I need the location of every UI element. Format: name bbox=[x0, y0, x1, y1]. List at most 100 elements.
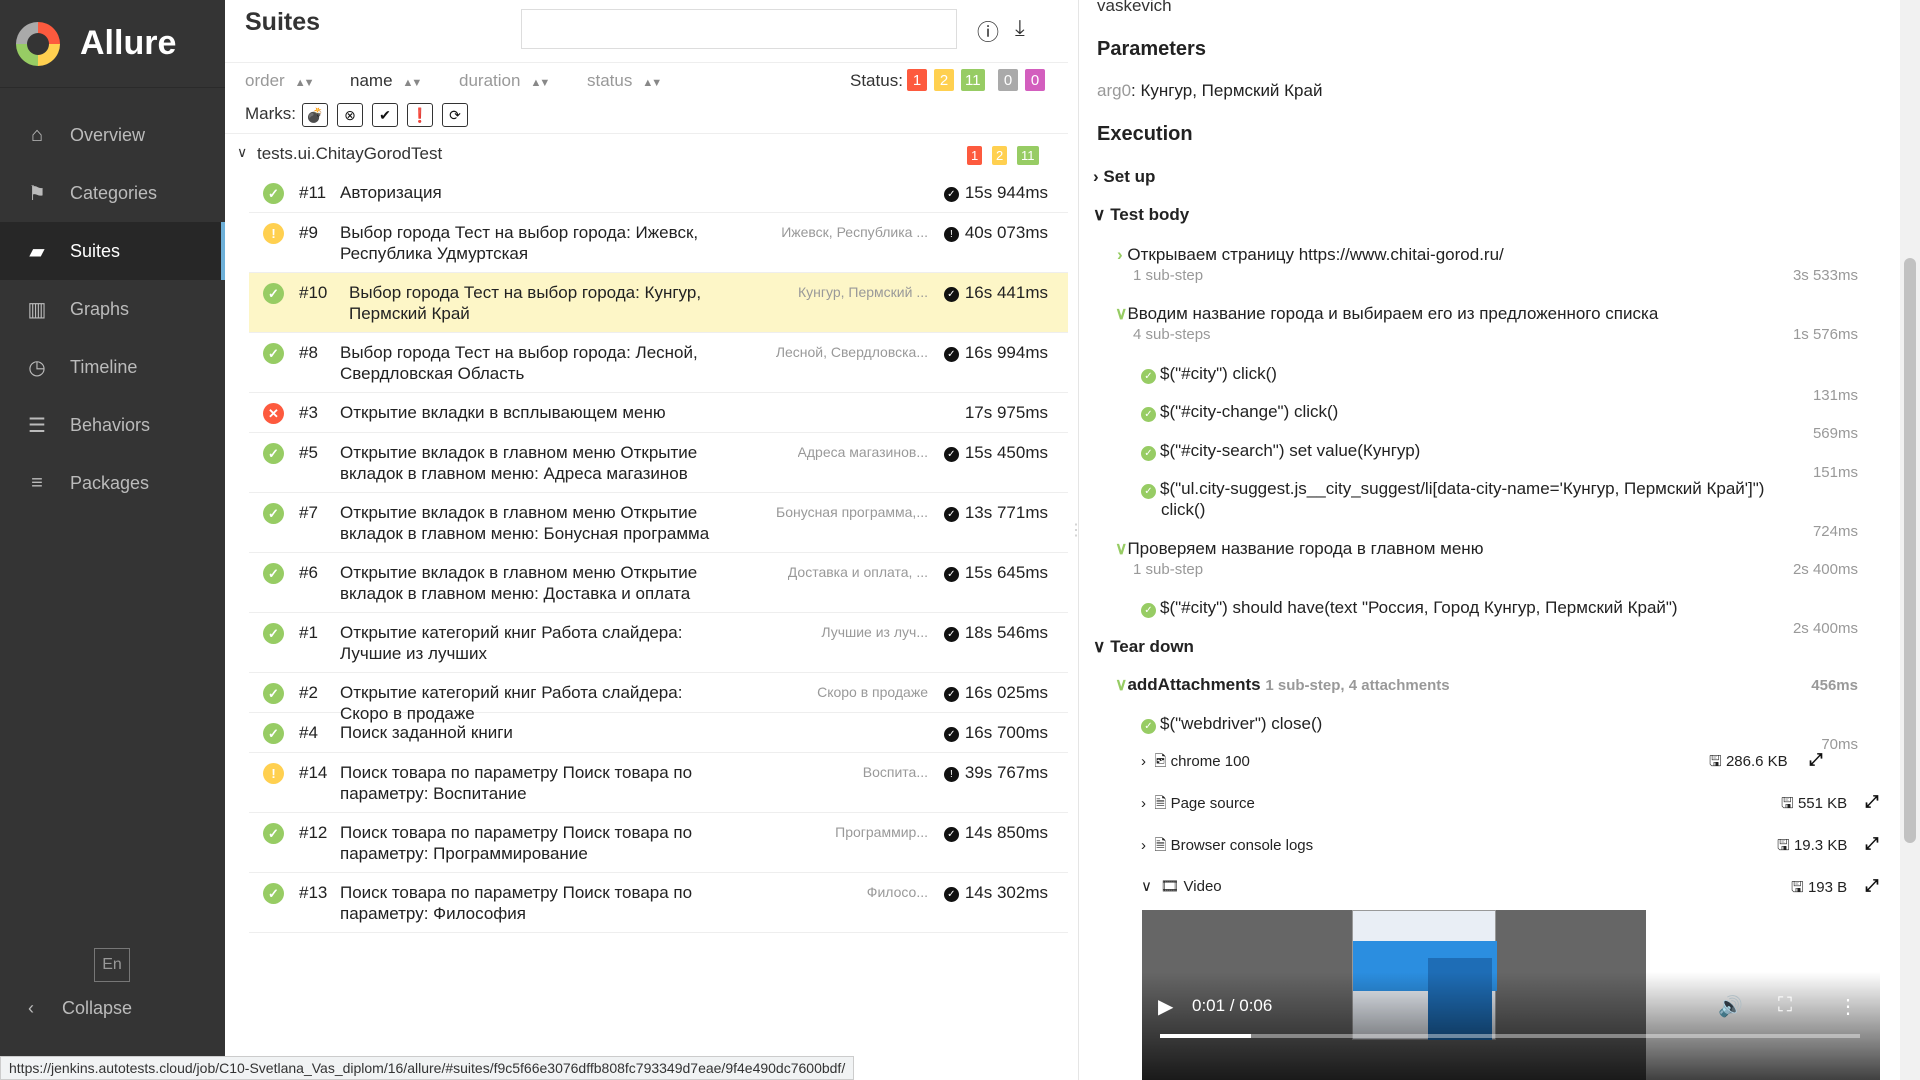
language-switch[interactable]: En bbox=[94, 948, 130, 982]
test-row[interactable]: ✕ #3 Открытие вкладки в всплывающем меню 17… bbox=[249, 393, 1068, 433]
passed-icon: ✓ bbox=[1141, 603, 1156, 618]
test-row[interactable]: ! #14 Поиск товара по параметру Поиск това… bbox=[249, 753, 1068, 813]
fullscreen-icon[interactable]: ⛶ bbox=[1778, 994, 1792, 1017]
fullscreen-icon[interactable]: ⤢ bbox=[1865, 876, 1879, 896]
scrollbar-thumb[interactable] bbox=[1904, 258, 1916, 843]
new-failed-mark-icon[interactable]: ⊗ bbox=[337, 103, 363, 127]
attachment-name: Page source bbox=[1170, 795, 1255, 812]
search-input[interactable] bbox=[521, 9, 957, 49]
fullscreen-icon[interactable]: ⤢ bbox=[1809, 750, 1823, 770]
step-duration: 3s 533ms bbox=[1792, 267, 1858, 284]
scrollbar[interactable] bbox=[1900, 0, 1920, 1080]
sort-order[interactable]: order ▲▼ bbox=[245, 71, 314, 91]
test-row[interactable]: ✓ #11 Авторизация ✓ 15s 944ms bbox=[249, 173, 1068, 213]
attachment-video[interactable]: ∨ 🎞 Video bbox=[1141, 877, 1222, 895]
passed-icon: ✓ bbox=[263, 183, 284, 204]
status-failed-badge[interactable]: 1 bbox=[907, 69, 927, 91]
sort-status[interactable]: status ▲▼ bbox=[587, 71, 662, 91]
sort-label: order bbox=[245, 71, 285, 90]
chevron-down-icon: ∨ bbox=[1093, 205, 1106, 224]
chevron-left-icon: ‹ bbox=[28, 998, 34, 1018]
status-unknown-badge[interactable]: 0 bbox=[1025, 69, 1045, 91]
new-passed-mark-icon: ✓ bbox=[943, 627, 959, 642]
step-add-attachments[interactable]: ∨addAttachments 1 sub-step, 4 attachment… bbox=[1115, 675, 1450, 695]
attachment-page-source[interactable]: › 🗎 Page source bbox=[1141, 793, 1255, 818]
group-passed-badge: 11 bbox=[1017, 146, 1039, 165]
sidebar-item-graphs[interactable]: ▥ Graphs bbox=[0, 280, 225, 338]
test-row[interactable]: ! #9 Выбор города Тест на выбор города: Иж… bbox=[249, 213, 1068, 273]
video-player[interactable]: ▶ 0:01 / 0:06 🔊 ⛶ ⋮ bbox=[1128, 910, 1900, 1080]
info-icon[interactable]: ⓘ bbox=[977, 15, 999, 47]
test-duration: ✓ 14s 850ms bbox=[943, 823, 1048, 843]
test-row[interactable]: ✓ #5 Открытие вкладок в главном меню Откры… bbox=[249, 433, 1068, 493]
sidebar-item-label: Overview bbox=[70, 124, 146, 145]
chevron-down-icon: ∨ bbox=[1141, 878, 1152, 895]
brand[interactable]: Allure bbox=[0, 0, 225, 88]
test-name: Авторизация bbox=[340, 183, 442, 202]
collapse-button[interactable]: ‹ Collapse bbox=[28, 998, 132, 1019]
test-row[interactable]: ✓ #8 Выбор города Тест на выбор города: Ле… bbox=[249, 333, 1068, 393]
test-name: Открытие вкладок в главном меню Открытие… bbox=[340, 563, 698, 603]
test-row[interactable]: ✓ #1 Открытие категорий книг Работа слайде… bbox=[249, 613, 1068, 673]
passed-icon: ✓ bbox=[263, 683, 284, 704]
play-icon[interactable]: ▶ bbox=[1158, 994, 1173, 1019]
download-icon[interactable]: ⤓ bbox=[1015, 15, 1025, 41]
fullscreen-icon[interactable]: ⤢ bbox=[1865, 834, 1879, 854]
suite-group[interactable]: ∨ tests.ui.ChitayGorodTest 1 2 11 bbox=[225, 134, 1068, 172]
fullscreen-icon[interactable]: ⤢ bbox=[1865, 792, 1879, 812]
status-skipped-badge[interactable]: 0 bbox=[998, 69, 1018, 91]
test-row[interactable]: ✓ #12 Поиск товара по параметру Поиск това… bbox=[249, 813, 1068, 873]
test-row[interactable]: ✓ #6 Открытие вкладок в главном меню Откры… bbox=[249, 553, 1068, 613]
attachment-console-logs[interactable]: › 🗎 Browser console logs bbox=[1141, 835, 1313, 860]
test-row[interactable]: ✓ #10 Выбор города Тест на выбор города: К… bbox=[249, 273, 1068, 333]
retries-mark-icon[interactable]: ⟳ bbox=[442, 103, 468, 127]
chevron-right-icon: › bbox=[1093, 167, 1099, 186]
test-number: #2 bbox=[299, 683, 318, 702]
new-broken-mark-icon[interactable]: ❗ bbox=[407, 103, 433, 127]
video-progress[interactable] bbox=[1160, 1034, 1860, 1038]
duration-value: 16s 441ms bbox=[964, 283, 1048, 302]
sort-duration[interactable]: duration ▲▼ bbox=[459, 71, 550, 91]
flaky-mark-icon[interactable]: 💣 bbox=[302, 103, 328, 127]
sidebar-item-overview[interactable]: ⌂ Overview bbox=[0, 106, 225, 164]
attachment-size: 🖫 193 B bbox=[1791, 877, 1847, 902]
status-passed-badge[interactable]: 11 bbox=[961, 69, 985, 91]
teardown-section[interactable]: ∨ Tear down bbox=[1093, 637, 1194, 657]
step-should-have: ✓ $("#city") should have(text "Россия, Го… bbox=[1141, 598, 1678, 618]
sidebar-item-categories[interactable]: ⚑ Categories bbox=[0, 164, 225, 222]
passed-icon: ✓ bbox=[1141, 719, 1156, 734]
test-body-section[interactable]: ∨ Test body bbox=[1093, 205, 1189, 225]
test-row[interactable]: ✓ #2 Открытие категорий книг Работа слайде… bbox=[249, 673, 1068, 723]
step-check-city[interactable]: ∨Проверяем название города в главном мен… bbox=[1115, 539, 1483, 559]
passed-icon: ✓ bbox=[263, 823, 284, 844]
duration-value: 14s 302ms bbox=[964, 883, 1048, 902]
setup-section[interactable]: › Set up bbox=[1093, 167, 1155, 187]
sidebar-item-suites[interactable]: ▰ Suites bbox=[0, 222, 225, 280]
passed-icon: ✓ bbox=[1141, 369, 1156, 384]
test-row[interactable]: ✓ #4 Поиск заданной книги ✓ 16s 700ms bbox=[249, 713, 1068, 753]
sidebar-item-behaviors[interactable]: ☰ Behaviors bbox=[0, 396, 225, 454]
attachment-chrome[interactable]: › 🖻 chrome 100 bbox=[1141, 751, 1250, 776]
pane-splitter[interactable] bbox=[1068, 0, 1084, 1080]
duration-value: 14s 850ms bbox=[964, 823, 1048, 842]
more-icon[interactable]: ⋮ bbox=[1838, 994, 1858, 1019]
test-number: #10 bbox=[299, 283, 328, 302]
test-row[interactable]: ✓ #13 Поиск товара по параметру Поиск това… bbox=[249, 873, 1068, 933]
new-passed-mark-icon: ✓ bbox=[943, 887, 959, 902]
list-icon: ☰ bbox=[28, 414, 46, 437]
sidebar-item-packages[interactable]: ≡ Packages bbox=[0, 454, 225, 512]
duration-value: 15s 450ms bbox=[964, 443, 1048, 462]
sort-name[interactable]: name ▲▼ bbox=[350, 71, 422, 91]
sidebar-item-timeline[interactable]: ◷ Timeline bbox=[0, 338, 225, 396]
parameters-title: Parameters bbox=[1097, 38, 1206, 60]
test-name: Открытие вкладок в главном меню Открытие… bbox=[340, 443, 698, 483]
step-open-page[interactable]: › Открываем страницу https://www.chitai-… bbox=[1117, 245, 1504, 265]
new-passed-mark-icon[interactable]: ✔ bbox=[372, 103, 398, 127]
duration-value: 40s 073ms bbox=[964, 223, 1048, 242]
volume-icon[interactable]: 🔊 bbox=[1718, 994, 1743, 1019]
status-broken-badge[interactable]: 2 bbox=[934, 69, 954, 91]
test-name: Выбор города Тест на выбор города: Кунгу… bbox=[349, 283, 702, 323]
failed-icon: ✕ bbox=[263, 403, 284, 424]
test-row[interactable]: ✓ #7 Открытие вкладок в главном меню Откры… bbox=[249, 493, 1068, 553]
step-enter-city[interactable]: ∨Вводим название города и выбираем его и… bbox=[1115, 304, 1658, 324]
